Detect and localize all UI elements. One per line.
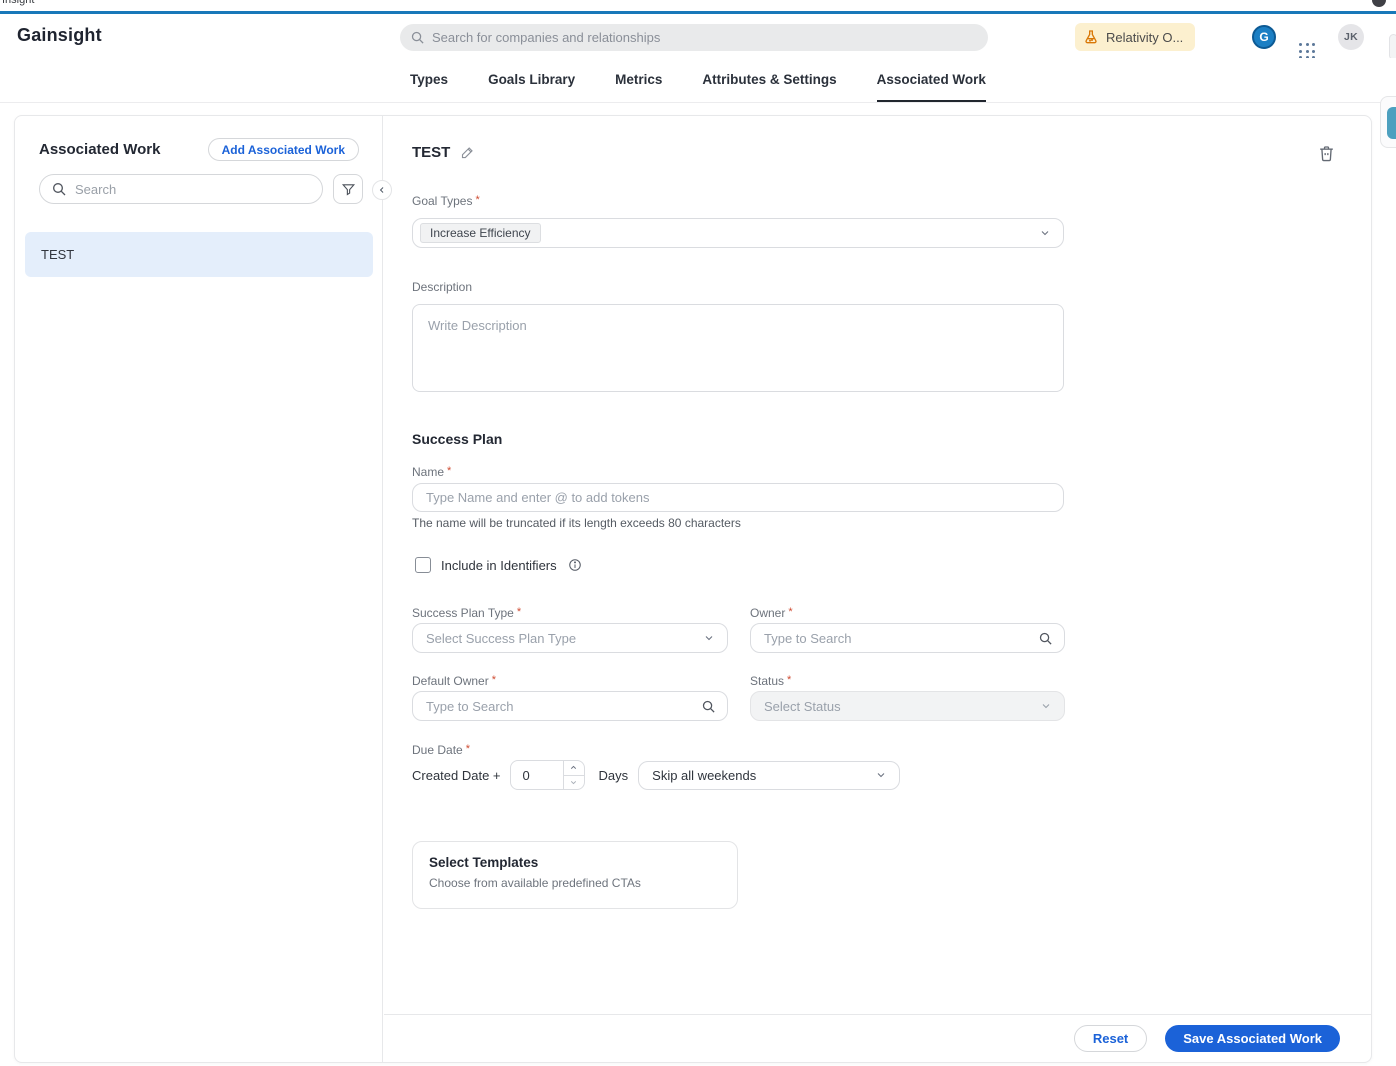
status-select-disabled: Select Status <box>750 691 1065 721</box>
select-templates-card[interactable]: Select Templates Choose from available p… <box>412 841 738 909</box>
chevron-down-icon <box>703 632 715 644</box>
chevron-down-icon <box>1039 227 1051 239</box>
success-plan-type-select[interactable]: Select Success Plan Type <box>412 623 728 653</box>
default-owner-search-input[interactable] <box>413 698 727 714</box>
app-header: Gainsight Relativity O... G JK <box>0 14 1396 60</box>
save-associated-work-button[interactable]: Save Associated Work <box>1165 1025 1340 1052</box>
include-identifiers-row: Include in Identifiers <box>415 557 582 573</box>
nav-tabs: Types Goals Library Metrics Attributes &… <box>0 58 1396 103</box>
gainsight-g-icon[interactable]: G <box>1252 25 1276 49</box>
add-associated-work-button[interactable]: Add Associated Work <box>207 138 359 161</box>
include-identifiers-checkbox[interactable] <box>415 557 431 573</box>
edit-pencil-icon[interactable] <box>460 145 475 160</box>
tab-types[interactable]: Types <box>410 58 448 102</box>
default-owner-label: Default Owner * <box>412 674 496 688</box>
user-avatar[interactable]: JK <box>1338 24 1364 50</box>
search-icon <box>701 699 716 714</box>
sidebar: Associated Work Add Associated Work TES <box>15 116 383 1062</box>
sidebar-title: Associated Work <box>39 141 161 158</box>
chevron-down-icon <box>875 769 887 781</box>
name-input[interactable] <box>413 490 1063 505</box>
description-textarea-wrap <box>412 304 1064 392</box>
stepper-down-icon[interactable] <box>563 774 584 790</box>
owner-search-field <box>750 623 1065 653</box>
select-templates-subtitle: Choose from available predefined CTAs <box>429 876 641 890</box>
global-search[interactable] <box>400 24 988 51</box>
sidebar-search-input[interactable] <box>75 181 305 197</box>
flask-icon <box>1083 29 1099 45</box>
form-footer: Reset Save Associated Work <box>384 1014 1371 1062</box>
goal-types-select[interactable]: Increase Efficiency <box>412 218 1064 248</box>
name-label: Name * <box>412 465 452 479</box>
due-date-prefix: Created Date + <box>412 767 501 783</box>
include-identifiers-label: Include in Identifiers <box>441 557 557 573</box>
app: Insight Gainsight Relativity O... G JK T… <box>0 0 1396 1066</box>
list-item-test[interactable]: TEST <box>25 232 373 277</box>
due-date-label: Due Date * <box>412 743 470 757</box>
default-owner-search-field <box>412 691 728 721</box>
reset-button[interactable]: Reset <box>1073 1025 1148 1052</box>
content-card: Associated Work Add Associated Work TES <box>14 115 1372 1063</box>
chevron-left-icon <box>377 185 387 195</box>
select-templates-title: Select Templates <box>429 855 539 870</box>
tab-goals-library[interactable]: Goals Library <box>488 58 575 102</box>
goal-types-label: Goal Types * <box>412 194 480 208</box>
tab-associated-work[interactable]: Associated Work <box>876 58 986 102</box>
scrollbar-thumb[interactable] <box>1389 34 1396 60</box>
edge-floating-widget[interactable] <box>1380 96 1396 148</box>
stepper-up-icon[interactable] <box>564 761 584 775</box>
name-helper-text: The name will be truncated if its length… <box>412 516 741 530</box>
description-textarea[interactable] <box>413 305 1063 391</box>
browser-tab-title: Insight <box>2 0 35 6</box>
tab-metrics[interactable]: Metrics <box>615 58 662 102</box>
owner-search-input[interactable] <box>751 630 1064 646</box>
owner-label: Owner * <box>750 606 793 620</box>
success-plan-heading: Success Plan <box>412 431 503 447</box>
edge-widget-icon <box>1387 107 1396 139</box>
browser-control-icon[interactable] <box>1372 0 1386 7</box>
brand-logo[interactable]: Gainsight <box>17 25 102 46</box>
detail-title: TEST <box>412 144 451 161</box>
global-search-input[interactable] <box>432 30 952 45</box>
description-label: Description <box>412 280 473 294</box>
sidebar-search[interactable] <box>39 174 323 204</box>
due-date-row: Created Date + Days Skip all weekends <box>412 760 901 790</box>
due-days-stepper <box>509 760 585 790</box>
search-icon <box>1038 631 1053 646</box>
due-days-input[interactable] <box>510 761 563 789</box>
list-item-label: TEST <box>41 247 75 262</box>
search-icon <box>51 181 67 197</box>
goal-type-chip[interactable]: Increase Efficiency <box>420 223 541 243</box>
tab-attributes-settings[interactable]: Attributes & Settings <box>702 58 836 102</box>
filter-button[interactable] <box>333 174 363 204</box>
status-label: Status * <box>750 674 792 688</box>
due-date-unit: Days <box>598 767 629 783</box>
org-badge[interactable]: Relativity O... <box>1075 23 1196 51</box>
browser-strip: Insight <box>0 0 1396 11</box>
success-plan-type-label: Success Plan Type * <box>412 606 522 620</box>
search-icon <box>410 30 425 45</box>
org-badge-label: Relativity O... <box>1106 29 1184 45</box>
name-field <box>412 483 1064 512</box>
delete-trash-icon[interactable] <box>1317 144 1337 164</box>
sidebar-collapse-button[interactable] <box>372 180 392 200</box>
info-icon[interactable] <box>568 558 582 572</box>
weekend-rule-select[interactable]: Skip all weekends <box>638 760 901 790</box>
chevron-down-icon <box>1040 700 1052 712</box>
funnel-icon <box>341 182 356 197</box>
